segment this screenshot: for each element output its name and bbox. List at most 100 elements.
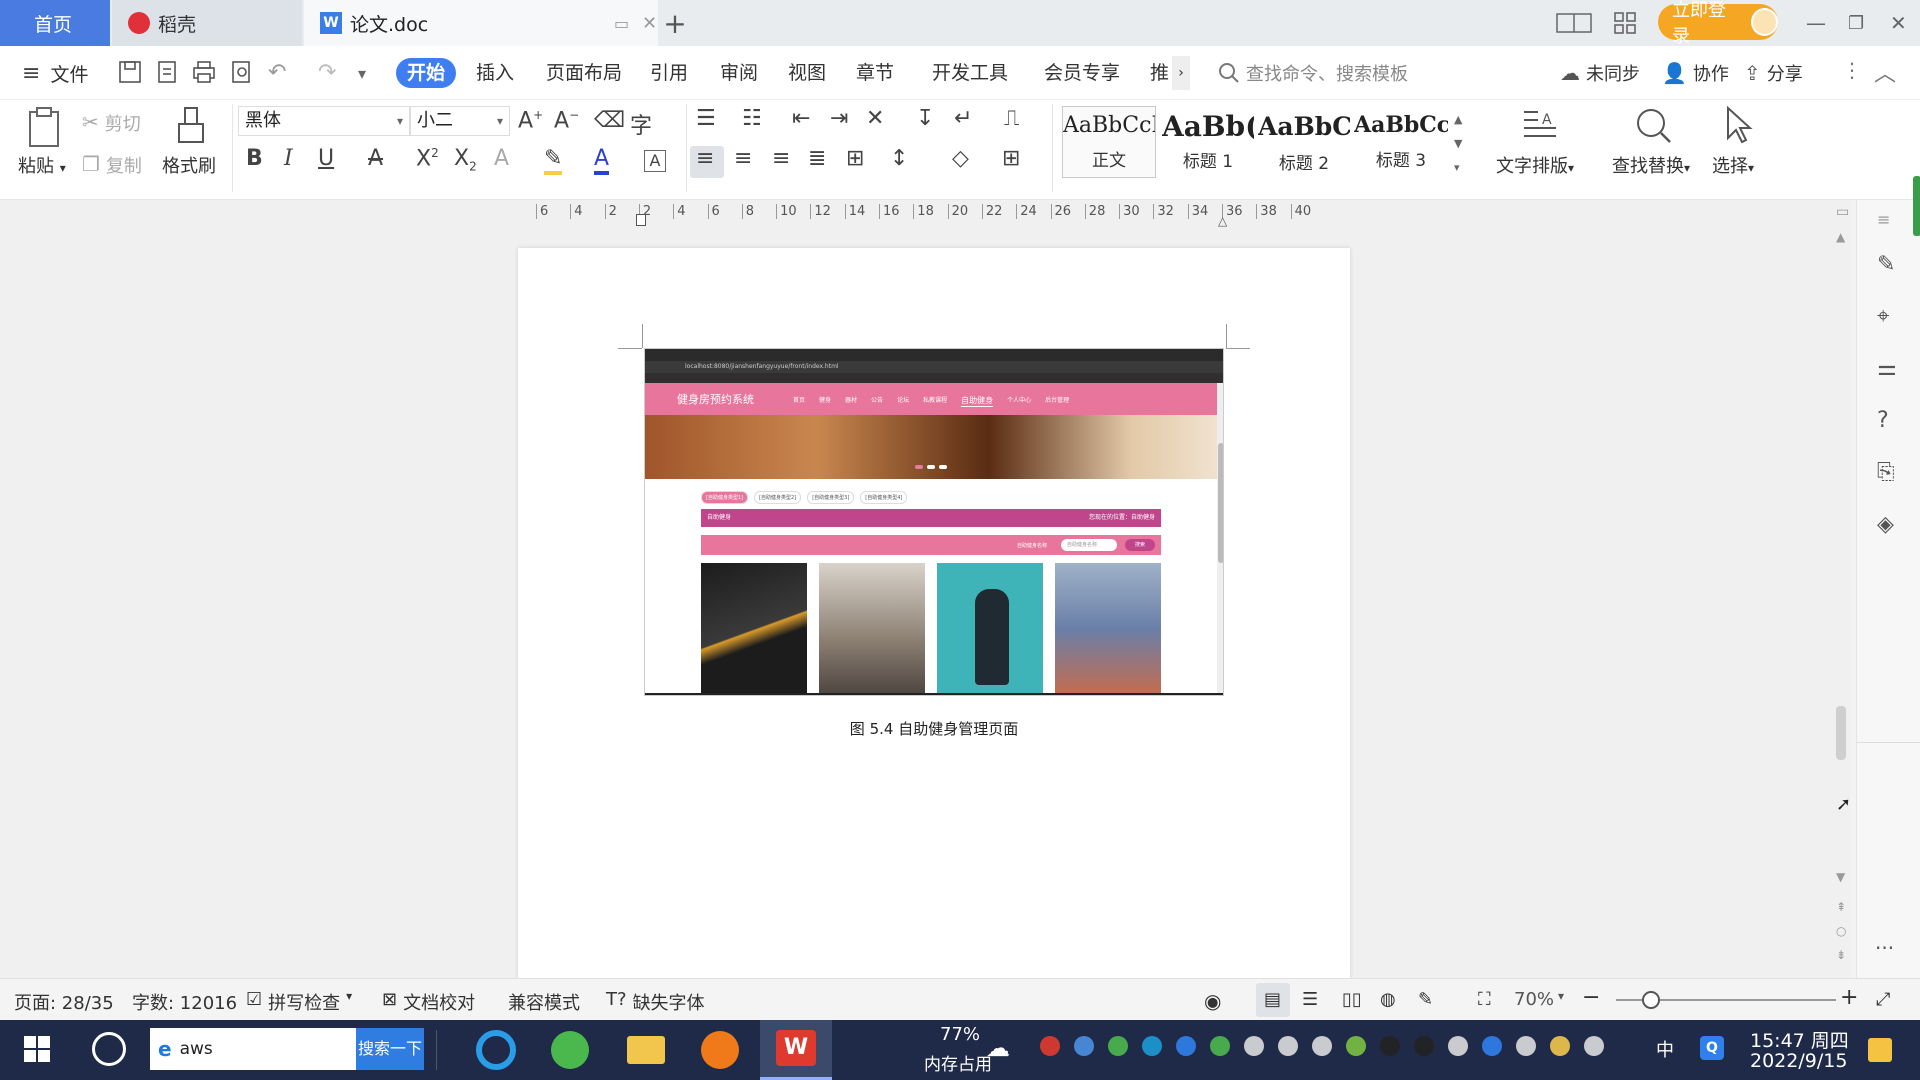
paste-button[interactable]: 粘贴 ▾ xyxy=(18,152,66,178)
select-browse-object-icon[interactable]: ○ xyxy=(1836,924,1846,938)
web-view-icon[interactable]: ◍ xyxy=(1380,989,1396,1010)
close-tab-icon[interactable]: ✕ xyxy=(642,13,657,34)
select-button[interactable]: 选择▾ xyxy=(1712,152,1754,178)
text-layout-button[interactable]: 文字排版▾ xyxy=(1496,152,1574,178)
tab-home[interactable]: 首页 xyxy=(0,0,110,46)
battery-tray-icon[interactable] xyxy=(1448,1036,1468,1056)
print-preview-icon[interactable] xyxy=(230,60,256,86)
pinwheel-app-icon[interactable] xyxy=(92,1032,126,1066)
file-menu[interactable]: ≡ 文件 xyxy=(22,60,88,87)
qq-tray-icon[interactable] xyxy=(1380,1036,1400,1056)
find-replace-button[interactable]: 查找替换▾ xyxy=(1612,152,1690,178)
backup-icon[interactable]: ⎘ xyxy=(1877,460,1895,485)
bell-tray-icon[interactable] xyxy=(1278,1036,1298,1056)
usb-tray-icon[interactable] xyxy=(1516,1036,1536,1056)
find-replace-icon[interactable] xyxy=(1634,106,1674,146)
adjust-sliders-icon[interactable]: ⚌ xyxy=(1877,356,1897,381)
tab-document[interactable]: W 论文.doc ▭ ✕ xyxy=(304,0,658,46)
phonetic-guide-icon[interactable]: 字 xyxy=(630,108,652,140)
close-window-icon[interactable]: ✕ xyxy=(1890,0,1907,46)
font-name-select[interactable]: 黑体 ▾ xyxy=(238,106,410,136)
chinese-layout-icon[interactable]: ✕ xyxy=(866,106,884,131)
styles-scroll-icon[interactable]: ▲ ▼ ▾ xyxy=(1454,108,1462,180)
save-icon[interactable] xyxy=(118,60,144,86)
subscript-icon[interactable]: X2 xyxy=(454,146,477,173)
menu-tab-chapter[interactable]: 章节 xyxy=(856,58,894,85)
page-count[interactable]: 页面: 28/35 xyxy=(14,989,114,1015)
taskbar-search-button[interactable]: 搜索一下 xyxy=(356,1028,424,1070)
page-view-button[interactable]: ▤ xyxy=(1256,983,1290,1017)
show-marks-icon[interactable]: ↵ xyxy=(954,106,972,131)
volume-tray-icon[interactable] xyxy=(1584,1036,1604,1056)
scroll-down-icon[interactable]: ▼ xyxy=(1836,870,1845,884)
ime-indicator[interactable]: 中 xyxy=(1656,1036,1674,1062)
scroll-up-icon[interactable]: ▲ xyxy=(1836,230,1845,244)
wps-taskbar-button[interactable]: W xyxy=(760,1020,832,1080)
green-circle-tray-icon[interactable] xyxy=(1210,1036,1230,1056)
style-heading-3[interactable]: AaBbCcl 标题 3 xyxy=(1354,106,1448,178)
font-size-select[interactable]: 小二 ▾ xyxy=(410,106,510,136)
font-shrink-icon[interactable]: A− xyxy=(554,108,579,133)
print-icon[interactable] xyxy=(192,60,218,86)
smart-tools-icon[interactable]: ◈ xyxy=(1877,512,1894,537)
command-search[interactable]: 查找命令、搜索模板 xyxy=(1218,60,1518,86)
split-view-icon[interactable]: ▭ xyxy=(1836,204,1849,220)
next-page-icon[interactable]: ⇟ xyxy=(1836,948,1846,962)
collapse-ribbon-icon[interactable]: ︿ xyxy=(1874,56,1896,88)
distribute-icon[interactable]: ⊞ xyxy=(846,146,864,171)
missing-font-button[interactable]: T? 缺失字体 xyxy=(606,989,705,1015)
layout-toggle-icon[interactable] xyxy=(1556,0,1596,46)
zoom-slider[interactable] xyxy=(1616,991,1836,1009)
paste-icon[interactable] xyxy=(24,106,66,150)
zoom-slider-thumb[interactable] xyxy=(1641,991,1660,1009)
qq-tray-icon-2[interactable] xyxy=(1414,1036,1434,1056)
align-right-icon[interactable]: ≡ xyxy=(772,146,790,171)
help-icon[interactable]: ? xyxy=(1877,408,1889,433)
right-indent-marker[interactable]: △ xyxy=(1218,214,1227,228)
select-cursor-icon[interactable] xyxy=(1724,106,1754,146)
underline-icon[interactable]: U xyxy=(318,146,334,171)
collab-button[interactable]: 👤 协作 xyxy=(1662,60,1729,86)
menu-tab-references[interactable]: 引用 xyxy=(650,58,688,85)
export-icon[interactable] xyxy=(156,60,182,86)
customize-quick-access-icon[interactable]: ▾ xyxy=(358,64,384,90)
clock-date[interactable]: 2022/9/15 xyxy=(1750,1050,1847,1072)
memory-percent[interactable]: 77% xyxy=(940,1024,980,1045)
doc-proofread-button[interactable]: ⊠ 文档校对 xyxy=(382,989,475,1015)
notification-icon[interactable] xyxy=(1868,1038,1892,1062)
decrease-indent-icon[interactable]: ⇤ xyxy=(792,106,810,131)
sort-icon[interactable]: ↧ xyxy=(916,106,934,131)
char-border-icon[interactable]: A xyxy=(644,150,666,172)
write-view-icon[interactable]: ✎ xyxy=(1418,989,1433,1010)
line-spacing-icon[interactable]: ↕ xyxy=(890,146,908,171)
fullscreen-icon[interactable]: ⤢ xyxy=(1876,989,1890,1010)
undo-icon[interactable]: ↶ xyxy=(268,60,294,86)
shading-icon[interactable]: ◇ xyxy=(952,146,969,171)
menu-tab-recommend[interactable]: 推 xyxy=(1150,58,1169,85)
highlight-icon[interactable]: ✎ xyxy=(544,146,563,175)
more-side-tools-icon[interactable]: ··· xyxy=(1875,936,1894,960)
spell-check-button[interactable]: ☑ 拼写检查 ▾ xyxy=(246,989,352,1015)
share-button[interactable]: ⇪ 分享 xyxy=(1744,60,1803,86)
menu-tab-view[interactable]: 视图 xyxy=(788,58,826,85)
font-color-icon[interactable]: A xyxy=(594,146,610,175)
plus-tray-icon[interactable] xyxy=(1550,1036,1570,1056)
horizontal-ruler[interactable]: 6 4 2 2 4 6 8 10 12 14 16 18 20 22 24 26 28 30 32 34 36 38 40 … xyxy=(536,204,1340,228)
copy-button[interactable]: ❐ 复制 xyxy=(82,152,142,178)
cut-button[interactable]: ✂ 剪切 xyxy=(82,110,141,136)
reading-view-icon[interactable]: ▯▯ xyxy=(1342,989,1362,1010)
text-layout-icon[interactable]: A xyxy=(1520,106,1560,146)
menu-tab-developer[interactable]: 开发工具 xyxy=(932,58,1008,85)
font-grow-icon[interactable]: A+ xyxy=(518,108,543,133)
monitor-icon[interactable]: ▭ xyxy=(614,14,629,33)
compat-mode[interactable]: 兼容模式 xyxy=(508,989,580,1015)
bag-tray-icon[interactable] xyxy=(1074,1036,1094,1056)
format-painter-button[interactable]: 格式刷 xyxy=(162,152,216,178)
bullet-list-icon[interactable]: ☰ xyxy=(696,106,716,131)
wifi-tray-icon[interactable] xyxy=(1244,1036,1264,1056)
gpu-tray-icon[interactable] xyxy=(1346,1036,1366,1056)
shield-tray-icon[interactable] xyxy=(1176,1036,1196,1056)
tab-daoke[interactable]: 稻壳 xyxy=(112,0,302,46)
qq-browser-tray-icon[interactable]: Q xyxy=(1700,1036,1724,1060)
scrollbar-thumb[interactable] xyxy=(1836,706,1846,760)
